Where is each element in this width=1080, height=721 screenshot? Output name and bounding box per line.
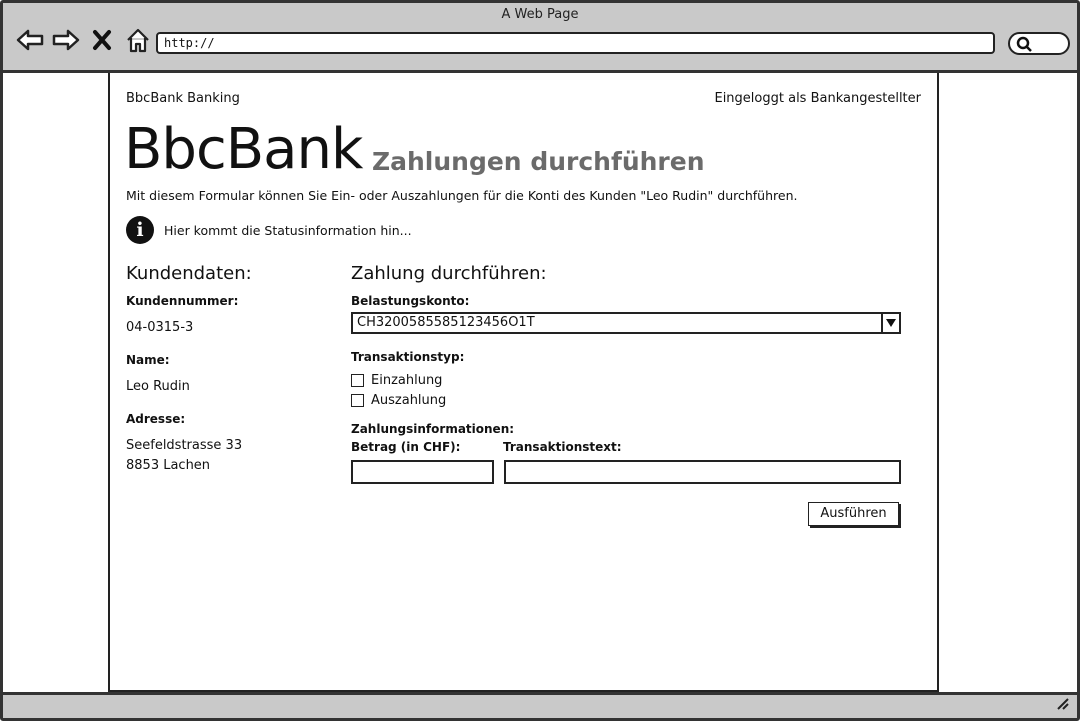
brand-logo: BbcBank bbox=[124, 117, 363, 182]
browser-window: A Web Page http:// BbcBank Banking Einge… bbox=[0, 0, 1080, 721]
status-text: Hier kommt die Statusinformation hin... bbox=[164, 222, 412, 238]
resize-handle-icon[interactable] bbox=[1055, 695, 1069, 714]
deposit-label: Einzahlung bbox=[371, 372, 443, 388]
form-actions: Ausführen bbox=[351, 502, 901, 526]
app-name: BbcBank Banking bbox=[126, 91, 240, 106]
browser-toolbar: A Web Page http:// bbox=[3, 3, 1077, 73]
intro-text: Mit diesem Formular können Sie Ein- oder… bbox=[126, 188, 798, 203]
browser-search-field[interactable] bbox=[1008, 32, 1070, 55]
payment-input-labels: Betrag (in CHF): Transaktionstext: bbox=[351, 440, 901, 454]
customer-number-label: Kundennummer: bbox=[126, 294, 239, 308]
forward-icon[interactable] bbox=[51, 25, 81, 55]
status-bar bbox=[3, 692, 1077, 718]
payment-info-label: Zahlungsinformationen: bbox=[351, 422, 515, 436]
web-page: BbcBank Banking Eingeloggt als Bankanges… bbox=[108, 73, 939, 692]
checkbox-box[interactable] bbox=[351, 393, 364, 407]
customer-panel: Kundendaten: Kundennummer: 04-0315-3 Nam… bbox=[126, 263, 326, 482]
transaction-text-label: Transaktionstext: bbox=[503, 440, 622, 454]
deposit-checkbox[interactable]: Einzahlung bbox=[351, 370, 901, 390]
info-icon: i bbox=[126, 216, 154, 244]
back-icon[interactable] bbox=[15, 25, 45, 55]
close-icon[interactable] bbox=[87, 25, 117, 55]
submit-button[interactable]: Ausführen bbox=[808, 502, 899, 526]
search-icon bbox=[1016, 36, 1032, 56]
customer-name: Leo Rudin bbox=[126, 379, 190, 394]
account-selected-value: CH3200585585123456O1T bbox=[357, 315, 535, 330]
url-bar[interactable]: http:// bbox=[156, 32, 995, 54]
customer-city: 8853 Lachen bbox=[126, 458, 211, 473]
transaction-text-input[interactable] bbox=[504, 460, 901, 484]
customer-address-label: Adresse: bbox=[126, 412, 186, 426]
payment-inputs bbox=[351, 460, 901, 484]
nav-buttons bbox=[15, 25, 153, 55]
transaction-type-label: Transaktionstyp: bbox=[351, 350, 465, 364]
customer-street: Seefeldstrasse 33 bbox=[126, 438, 243, 453]
customer-number: 04-0315-3 bbox=[126, 320, 194, 335]
home-icon[interactable] bbox=[123, 25, 153, 55]
customer-name-label: Name: bbox=[126, 353, 170, 367]
status-message: i Hier kommt die Statusinformation hin..… bbox=[126, 216, 412, 244]
withdrawal-label: Auszahlung bbox=[371, 392, 447, 408]
customer-heading: Kundendaten: bbox=[126, 263, 252, 284]
chevron-down-icon[interactable] bbox=[881, 314, 899, 332]
withdrawal-checkbox[interactable]: Auszahlung bbox=[351, 390, 901, 410]
window-title: A Web Page bbox=[501, 7, 579, 22]
account-label: Belastungskonto: bbox=[351, 294, 470, 308]
amount-label: Betrag (in CHF): bbox=[351, 440, 461, 454]
checkbox-box[interactable] bbox=[351, 373, 364, 387]
amount-input[interactable] bbox=[351, 460, 494, 484]
page-title: Zahlungen durchführen bbox=[372, 147, 705, 176]
login-status: Eingeloggt als Bankangestellter bbox=[714, 91, 921, 106]
payment-heading: Zahlung durchführen: bbox=[351, 263, 547, 284]
payment-form: Zahlung durchführen: Belastungskonto: CH… bbox=[351, 263, 901, 526]
account-select[interactable]: CH3200585585123456O1T bbox=[351, 312, 901, 334]
